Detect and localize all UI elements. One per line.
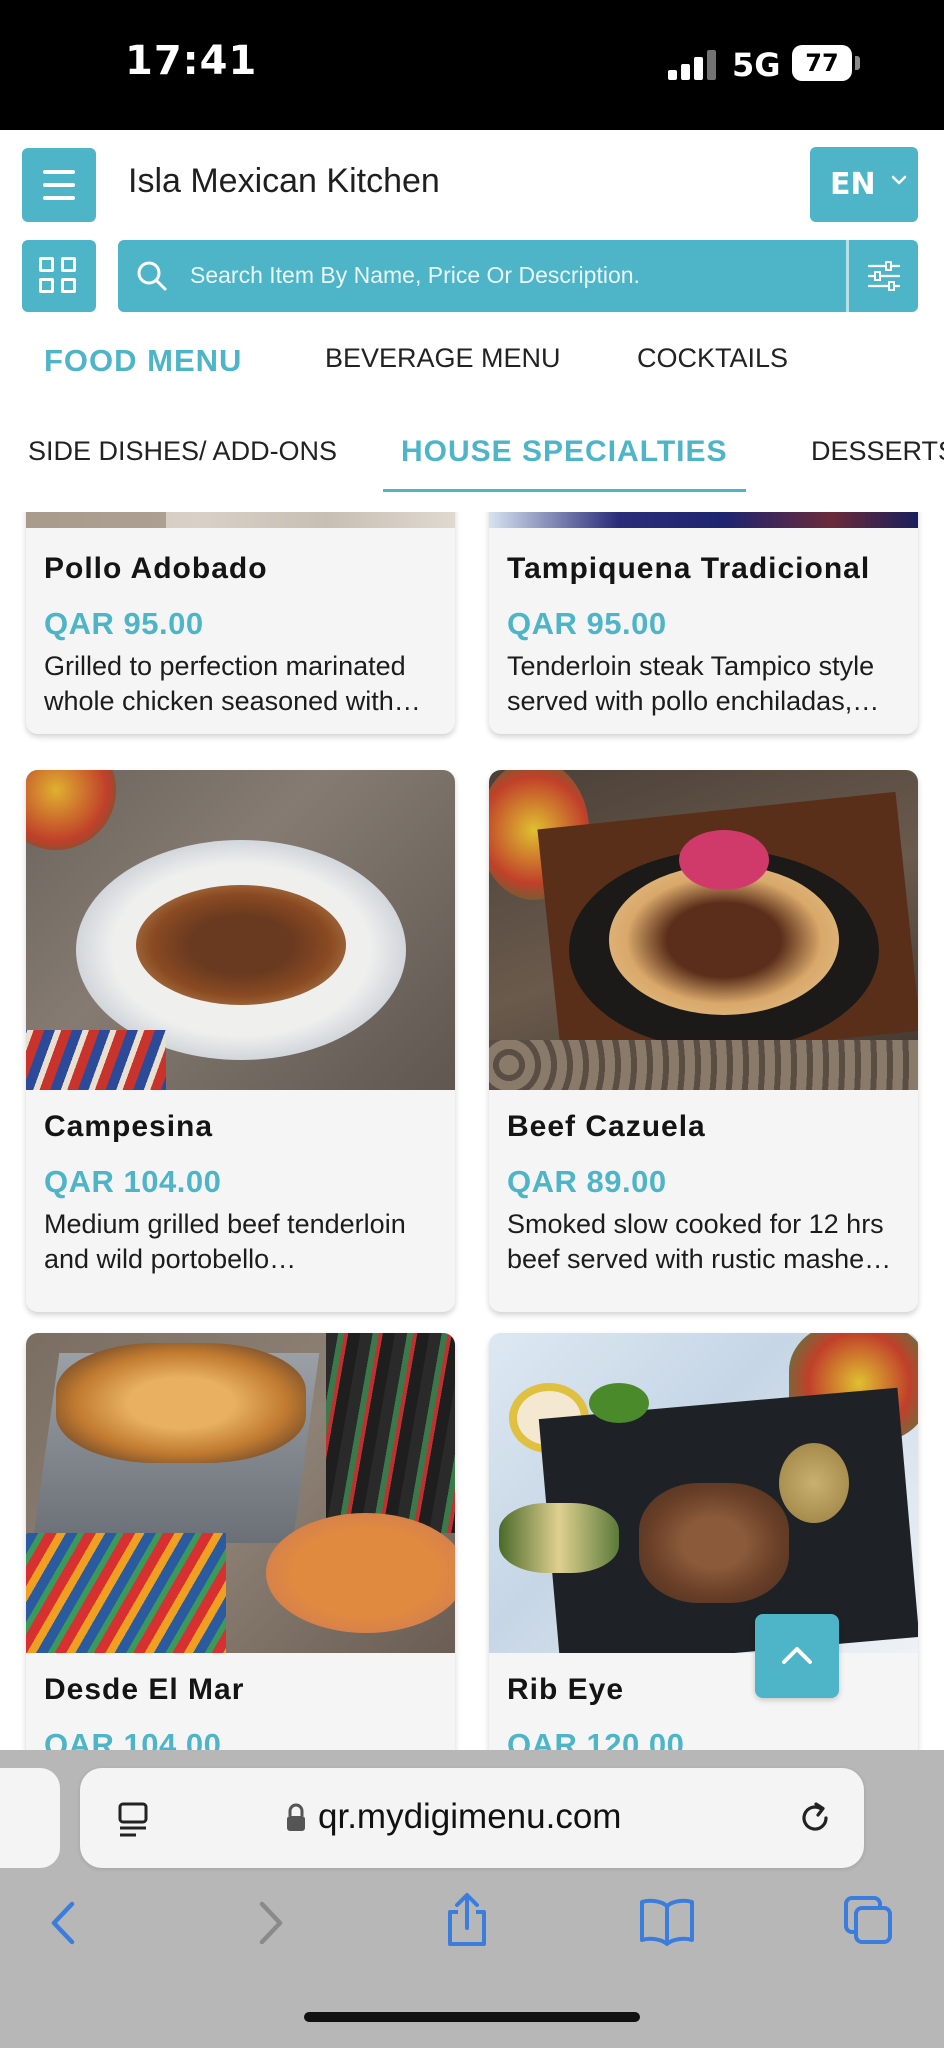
signal-icon bbox=[668, 48, 718, 80]
item-description: Smoked slow cooked for 12 hrs beef served… bbox=[507, 1209, 892, 1274]
status-bar: 17:41 5G 77 bbox=[0, 0, 944, 130]
bookmarks-icon[interactable] bbox=[638, 1896, 696, 1946]
tab-food-menu[interactable]: FOOD MENU bbox=[44, 343, 242, 379]
subtab-side-dishes[interactable]: SIDE DISHES/ ADD-ONS bbox=[28, 436, 337, 467]
network-label: 5G bbox=[732, 46, 781, 84]
share-icon[interactable] bbox=[442, 1890, 492, 1950]
tab-cocktails[interactable]: COCKTAILS bbox=[637, 343, 788, 374]
subtab-house-specialties[interactable]: HOUSE SPECIALTIES bbox=[401, 435, 728, 469]
item-image bbox=[489, 770, 918, 1090]
grid-icon bbox=[39, 257, 54, 272]
reader-mode-icon[interactable] bbox=[116, 1800, 150, 1840]
menu-item-card[interactable]: Rib Eye QAR 120.00 bbox=[489, 1333, 918, 1750]
battery-tip bbox=[855, 56, 860, 70]
chevron-down-icon bbox=[891, 175, 907, 185]
item-price: QAR 104.00 bbox=[44, 1727, 222, 1750]
battery-icon: 77 bbox=[792, 45, 852, 81]
filter-sliders-icon[interactable] bbox=[864, 256, 904, 296]
item-image bbox=[489, 1333, 918, 1653]
address-bar[interactable]: qr.mydigimenu.com bbox=[80, 1768, 864, 1868]
back-icon[interactable] bbox=[44, 1898, 84, 1948]
menu-item-card[interactable]: Pollo Adobado QAR 95.00 Grilled to perfe… bbox=[26, 512, 455, 734]
tab-beverage-menu[interactable]: BEVERAGE MENU bbox=[325, 343, 561, 374]
browser-toolbar: qr.mydigimenu.com bbox=[0, 1750, 944, 2048]
search-icon bbox=[137, 261, 167, 291]
item-price: QAR 95.00 bbox=[507, 606, 667, 641]
chevron-up-icon bbox=[782, 1647, 812, 1664]
active-subtab-indicator bbox=[383, 489, 746, 492]
item-image bbox=[489, 512, 918, 528]
item-description: Grilled to perfection marinated whole chi… bbox=[44, 651, 421, 716]
grid-view-button[interactable] bbox=[22, 240, 96, 312]
menu-item-card[interactable]: Desde El Mar QAR 104.00 bbox=[26, 1333, 455, 1750]
language-select[interactable]: EN bbox=[810, 147, 918, 222]
menu-item-card[interactable]: Tampiquena Tradicional QAR 95.00 Tenderl… bbox=[489, 512, 918, 734]
hamburger-menu-button[interactable] bbox=[22, 148, 96, 222]
item-description: Medium grilled beef tenderloin and wild p… bbox=[44, 1209, 406, 1274]
item-image bbox=[26, 1333, 455, 1653]
restaurant-title: Isla Mexican Kitchen bbox=[128, 162, 440, 200]
search-bar[interactable]: Search Item By Name, Price Or Descriptio… bbox=[118, 240, 918, 312]
item-price: QAR 120.00 bbox=[507, 1727, 685, 1750]
menu-item-card[interactable]: Campesina QAR 104.00 Medium grilled beef… bbox=[26, 770, 455, 1312]
item-price: QAR 89.00 bbox=[507, 1164, 667, 1199]
subtab-bar: SIDE DISHES/ ADD-ONS HOUSE SPECIALTIES D… bbox=[0, 420, 944, 490]
menu-item-card[interactable]: Beef Cazuela QAR 89.00 Smoked slow cooke… bbox=[489, 770, 918, 1312]
item-image bbox=[26, 770, 455, 1090]
item-name: Campesina bbox=[44, 1110, 214, 1143]
home-indicator bbox=[304, 2012, 640, 2022]
item-description: Tenderloin steak Tampico style served wit… bbox=[507, 651, 880, 716]
item-name: Beef Cazuela bbox=[507, 1110, 706, 1143]
language-label: EN bbox=[830, 167, 876, 202]
menu-items-list: Pollo Adobado QAR 95.00 Grilled to perfe… bbox=[0, 512, 944, 1750]
previous-tab-preview[interactable] bbox=[0, 1768, 60, 1868]
item-name: Tampiquena Tradicional bbox=[507, 552, 871, 585]
item-price: QAR 95.00 bbox=[44, 606, 204, 641]
forward-icon[interactable] bbox=[250, 1898, 290, 1948]
status-time: 17:41 bbox=[125, 38, 258, 84]
item-name: Desde El Mar bbox=[44, 1673, 245, 1706]
search-divider bbox=[846, 240, 849, 312]
item-image bbox=[26, 512, 455, 528]
search-input[interactable]: Search Item By Name, Price Or Descriptio… bbox=[190, 262, 640, 289]
item-name: Rib Eye bbox=[507, 1673, 625, 1706]
tabs-icon[interactable] bbox=[842, 1894, 896, 1948]
scroll-to-top-button[interactable] bbox=[755, 1614, 839, 1698]
item-name: Pollo Adobado bbox=[44, 552, 268, 585]
lock-icon bbox=[287, 1803, 305, 1831]
url-text: qr.mydigimenu.com bbox=[318, 1797, 622, 1836]
subtab-desserts[interactable]: DESSERTS bbox=[811, 436, 944, 467]
item-price: QAR 104.00 bbox=[44, 1164, 222, 1199]
reload-icon[interactable] bbox=[796, 1798, 836, 1838]
